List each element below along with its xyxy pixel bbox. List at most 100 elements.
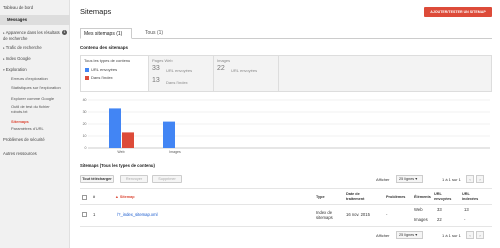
- content-type-label: Pages Web: [152, 58, 173, 63]
- sidebar-item-crawl[interactable]: ▾Exploration: [3, 67, 27, 73]
- sidebar: Tableau de bord Messages ▸Apparence dans…: [0, 0, 70, 248]
- col-issues[interactable]: Problèmes: [386, 195, 405, 200]
- col-indexed[interactable]: URL indexées: [462, 192, 486, 201]
- sidebar-item-robots-tester[interactable]: Outil de test du fichier robots.txt: [11, 104, 65, 114]
- prev-page-button[interactable]: ‹: [466, 175, 474, 183]
- tab-bar: Mes sitemaps (1) Tous (1): [80, 28, 492, 39]
- content-type-label: Images: [217, 58, 231, 63]
- pages-submitted-label: URL envoyées: [166, 68, 193, 73]
- sidebar-item-search-traffic[interactable]: ▸Trafic de recherche: [3, 45, 42, 51]
- chevron-right-icon: ›: [479, 233, 481, 238]
- row-item-images: Images: [414, 217, 428, 222]
- y-tick-label: 10: [83, 134, 87, 138]
- download-all-button[interactable]: Tout télécharger: [80, 175, 114, 183]
- prev-page-button-bottom[interactable]: ‹: [466, 231, 474, 239]
- chevron-down-icon: ▾: [415, 177, 418, 181]
- content-types-panel: Tous les types de contenu URL envoyées D…: [80, 55, 492, 92]
- sitemaps-table-title: Sitemaps (Tous les types de contenu): [80, 163, 155, 168]
- sidebar-item-dashboard[interactable]: Tableau de bord: [3, 5, 33, 10]
- y-tick-label: 30: [83, 110, 87, 114]
- images-submitted-count: 22: [217, 65, 225, 72]
- x-tick-label: Web: [117, 150, 124, 154]
- expand-arrow-icon: ▸: [3, 57, 5, 61]
- expand-arrow-icon: ▸: [3, 46, 5, 50]
- show-label-bottom: Afficher: [376, 233, 390, 238]
- page-title: Sitemaps: [80, 7, 112, 16]
- images-submitted-label: URL envoyées: [231, 68, 258, 73]
- row-number: 1: [93, 212, 96, 217]
- col-submitted[interactable]: URL envoyées: [434, 192, 458, 201]
- content-type-images[interactable]: Images 22 URL envoyées: [214, 56, 279, 91]
- sidebar-item-label: Trafic de recherche: [5, 45, 42, 50]
- sidebar-item-search-appearance[interactable]: ▸Apparence dans les résultats de recherc…: [3, 30, 61, 41]
- row-web-indexed: 13: [464, 207, 469, 212]
- col-type[interactable]: Type: [316, 195, 325, 200]
- sidebar-item-crawl-errors[interactable]: Erreurs d'exploration: [11, 76, 48, 81]
- row-item-web: Web: [414, 207, 423, 212]
- rows-per-page-select[interactable]: 25 lignes ▾: [396, 175, 423, 183]
- delete-button[interactable]: Supprimer: [152, 175, 182, 183]
- y-tick-label: 20: [83, 122, 87, 126]
- select-all-checkbox[interactable]: [82, 195, 87, 200]
- bar-web-series-1: [109, 108, 121, 148]
- bar-images-series-1: [163, 121, 175, 148]
- sitemap-link[interactable]: /?_index_sitemap.xml: [117, 212, 158, 217]
- contents-title: Contenu des sitemaps: [80, 45, 129, 50]
- sidebar-item-messages[interactable]: Messages: [0, 15, 70, 25]
- show-label: Afficher: [376, 177, 390, 182]
- next-page-button[interactable]: ›: [476, 175, 484, 183]
- col-items[interactable]: Éléments: [414, 195, 431, 200]
- rows-per-page-select-bottom[interactable]: 25 lignes ▾: [396, 231, 423, 239]
- row-web-submitted: 33: [437, 207, 442, 212]
- sidebar-item-label: Exploration: [5, 67, 27, 72]
- content-type-pages[interactable]: Pages Web 33 URL envoyées 13 Dans l'inde…: [149, 56, 214, 91]
- pages-indexed-label: Dans l'index: [166, 80, 188, 85]
- sidebar-item-sitemaps[interactable]: Sitemaps: [11, 119, 29, 124]
- legend-indexed: Dans l'index: [85, 75, 113, 80]
- page-range-bottom: 1 à 1 sur 1: [442, 233, 461, 238]
- row-images-submitted: 22: [437, 217, 442, 222]
- sidebar-item-label: Apparence dans les résultats de recherch…: [3, 30, 60, 41]
- row-processed-date: 16 nov. 2015: [346, 212, 370, 217]
- y-tick-label: 40: [83, 98, 87, 102]
- divider: [80, 204, 492, 205]
- row-checkbox[interactable]: [82, 212, 87, 217]
- expand-arrow-icon: ▸: [3, 31, 5, 35]
- pages-submitted-count: 33: [152, 65, 160, 72]
- page-range: 1 à 1 sur 1: [442, 177, 461, 182]
- chevron-left-icon: ‹: [469, 233, 471, 238]
- bar-web-series-2: [122, 132, 134, 148]
- add-test-sitemap-button[interactable]: AJOUTER/TESTER UN SITEMAP: [424, 7, 492, 17]
- pages-indexed-count: 13: [152, 77, 160, 84]
- sidebar-item-security-issues[interactable]: Problèmes de sécurité: [3, 137, 45, 142]
- col-processed[interactable]: Date de traitement: [346, 192, 372, 201]
- sidebar-item-fetch-as-google[interactable]: Explorer comme Google: [11, 96, 54, 101]
- sidebar-item-label: Index Google: [5, 56, 31, 61]
- legend-submitted: URL envoyées: [85, 67, 117, 72]
- tab-my-sitemaps[interactable]: Mes sitemaps (1): [80, 28, 132, 39]
- info-badge: 1: [62, 30, 67, 35]
- content-type-all[interactable]: Tous les types de contenu URL envoyées D…: [81, 56, 149, 91]
- red-swatch-icon: [85, 75, 89, 80]
- x-tick-label: Images: [169, 150, 181, 154]
- chevron-down-icon: ▾: [415, 233, 418, 237]
- sidebar-item-crawl-stats[interactable]: Statistiques sur l'exploration: [11, 85, 68, 90]
- sitemap-bar-chart: 40 30 20 10 0 Web Images: [83, 98, 490, 154]
- tab-all[interactable]: Tous (1): [142, 28, 166, 39]
- row-issues: -: [386, 212, 388, 217]
- content-type-label: Tous les types de contenu: [84, 58, 131, 63]
- chevron-right-icon: ›: [479, 177, 481, 182]
- sidebar-item-url-parameters[interactable]: Paramètres d'URL: [11, 126, 44, 131]
- divider: [80, 226, 492, 227]
- chevron-left-icon: ‹: [469, 177, 471, 182]
- col-number[interactable]: #: [93, 195, 95, 200]
- resubmit-button[interactable]: Renvoyer: [120, 175, 148, 183]
- row-type: Index de sitemaps: [316, 210, 333, 220]
- sidebar-item-other-resources[interactable]: Autres ressources: [3, 151, 37, 156]
- next-page-button-bottom[interactable]: ›: [476, 231, 484, 239]
- y-tick-label: 0: [85, 146, 87, 150]
- content-type-empty: [279, 56, 491, 91]
- col-sitemap[interactable]: ▲ Sitemap: [115, 195, 135, 200]
- sidebar-item-google-index[interactable]: ▸Index Google: [3, 56, 31, 62]
- blue-swatch-icon: [85, 67, 89, 72]
